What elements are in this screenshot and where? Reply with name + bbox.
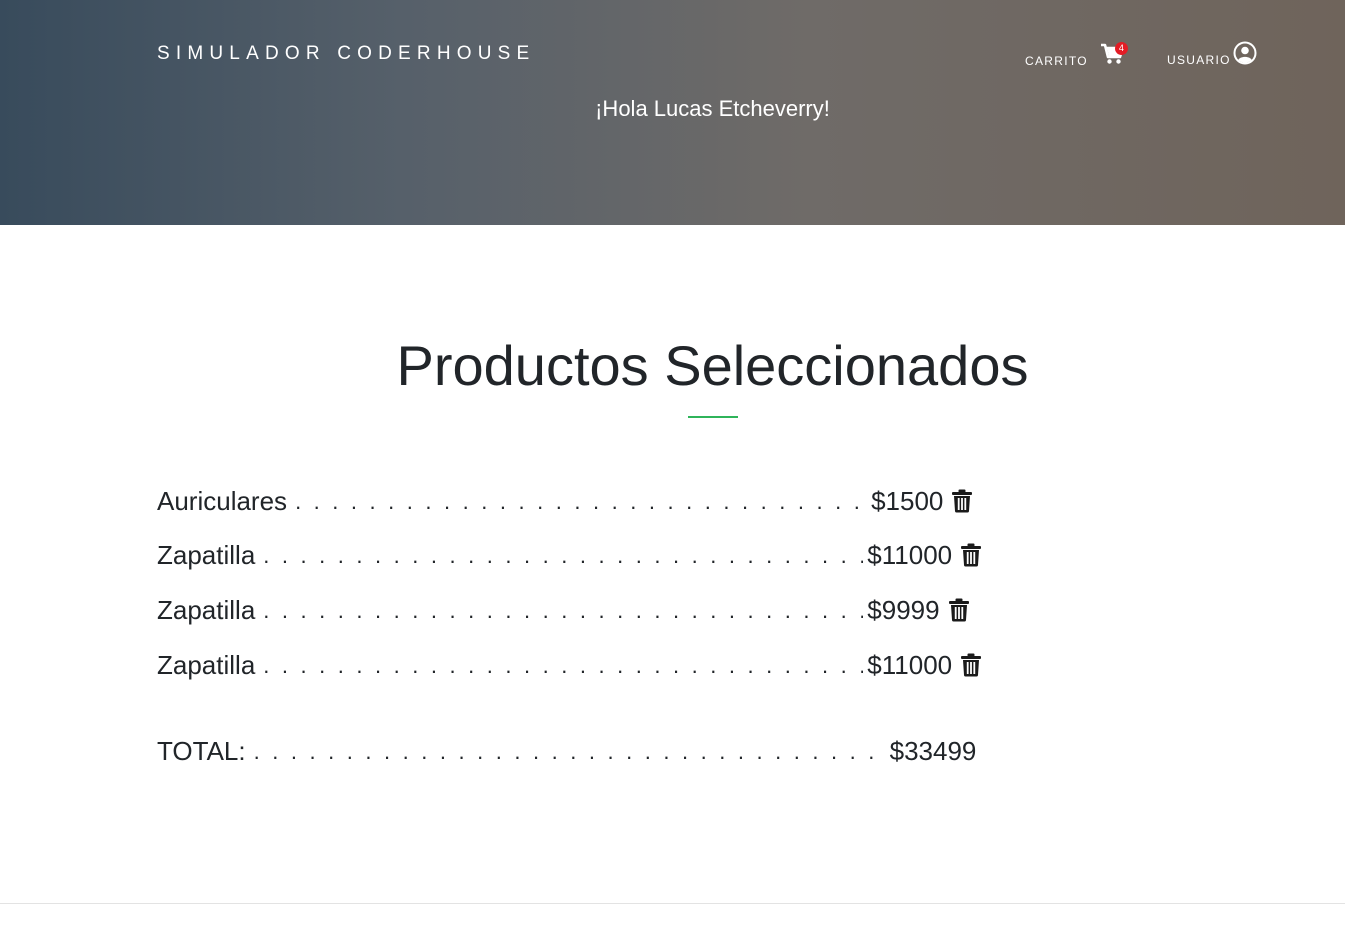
title-divider: [688, 416, 738, 418]
item-name: Zapatilla: [157, 594, 256, 625]
footer-divider: [0, 903, 1345, 904]
item-price: $1500: [871, 485, 944, 516]
nav-user-link[interactable]: USUARIO: [1167, 41, 1257, 67]
header-hero: SIMULADOR CODERHOUSE CARRITO 4 USUARIO ¡…: [0, 0, 1345, 225]
dot-leader: . . . . . . . . . . . . . . . . . . . . …: [263, 653, 863, 678]
list-item: Zapatilla . . . . . . . . . . . . . . . …: [157, 593, 970, 627]
dot-leader: . . . . . . . . . . . . . . . . . . . . …: [263, 543, 863, 568]
list-item: Zapatilla . . . . . . . . . . . . . . . …: [157, 648, 982, 682]
list-item: Zapatilla . . . . . . . . . . . . . . . …: [157, 538, 982, 572]
trash-icon[interactable]: [960, 543, 982, 567]
brand-link[interactable]: SIMULADOR CODERHOUSE: [157, 43, 535, 65]
dot-leader: . . . . . . . . . . . . . . . . . . . . …: [253, 739, 886, 764]
total-label: TOTAL:: [157, 735, 246, 766]
item-price: $11000: [867, 649, 953, 680]
user-circle-icon[interactable]: [1233, 41, 1257, 65]
item-name: Zapatilla: [157, 649, 256, 680]
item-name: Auriculares: [157, 485, 288, 516]
item-price: $11000: [867, 539, 953, 570]
cart-icon[interactable]: 4: [1100, 42, 1128, 67]
list-item: Auriculares . . . . . . . . . . . . . . …: [157, 484, 973, 518]
page-title: Productos Seleccionados: [396, 334, 1029, 397]
dot-leader: . . . . . . . . . . . . . . . . . . . . …: [295, 489, 867, 514]
trash-icon[interactable]: [948, 598, 970, 622]
item-name: Zapatilla: [157, 539, 256, 570]
nav-cart-link[interactable]: CARRITO 4: [1025, 42, 1128, 68]
dot-leader: . . . . . . . . . . . . . . . . . . . . …: [263, 598, 863, 623]
cart-label: CARRITO: [1025, 54, 1088, 68]
cart-count-badge: 4: [1114, 42, 1128, 55]
trash-icon[interactable]: [960, 653, 982, 677]
trash-icon[interactable]: [951, 489, 973, 513]
greeting-text: ¡Hola Lucas Etcheverry!: [595, 96, 830, 121]
item-price: $9999: [867, 594, 940, 625]
total-row: TOTAL: . . . . . . . . . . . . . . . . .…: [157, 734, 976, 768]
total-value: $33499: [889, 735, 977, 766]
user-label: USUARIO: [1167, 53, 1231, 67]
